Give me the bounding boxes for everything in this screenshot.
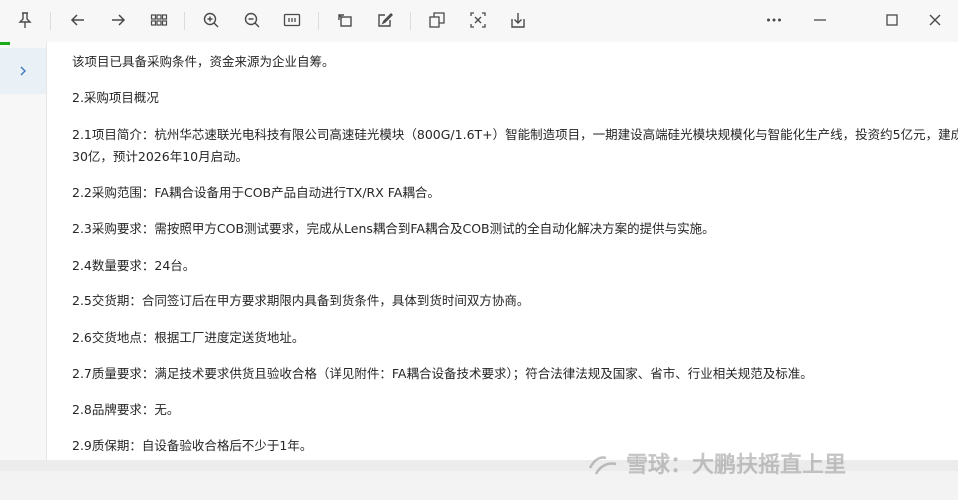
snowball-logo-icon — [588, 456, 617, 475]
doc-paragraph: 2.7质量要求：满足技术要求供货且验收合格（详见附件：FA耦合设备技术要求）；符… — [72, 366, 813, 381]
doc-paragraph: 30亿，预计2026年10月启动。 — [72, 149, 249, 164]
doc-paragraph: 2.3采购要求：需按照甲方COB测试要求，完成从Lens耦合到FA耦合及COB测… — [72, 221, 715, 236]
sidebar-accent — [0, 42, 10, 45]
document-page: 该项目已具备采购条件，资金来源为企业自筹。 2.采购项目概况 2.1项目简介：杭… — [47, 42, 958, 460]
forward-icon[interactable] — [105, 7, 131, 33]
doc-paragraph: 该项目已具备采购条件，资金来源为企业自筹。 — [72, 54, 335, 69]
doc-heading: 2.采购项目概况 — [72, 90, 159, 105]
edit-icon[interactable] — [372, 7, 398, 33]
toolbar-separator — [184, 12, 185, 30]
toolbar-separator — [410, 12, 411, 30]
doc-paragraph: 2.6交货地点：根据工厂进度定送货地址。 — [72, 330, 305, 345]
doc-paragraph: 2.2采购范围：FA耦合设备用于COB产品自动进行TX/RX FA耦合。 — [72, 185, 440, 200]
chevron-right-icon — [20, 66, 26, 76]
more-icon[interactable] — [761, 7, 787, 33]
maximize-icon[interactable] — [879, 7, 905, 33]
pin-icon[interactable] — [12, 7, 38, 33]
toolbar-separator — [318, 12, 319, 30]
watermark: 雪球：大鹏扶摇直上里 — [586, 447, 846, 479]
watermark-text: 雪球：大鹏扶摇直上里 — [626, 453, 847, 478]
download-icon[interactable] — [505, 7, 531, 33]
minimize-icon[interactable] — [807, 7, 833, 33]
extract-text-icon[interactable] — [465, 7, 491, 33]
doc-paragraph: 2.8品牌要求：无。 — [72, 402, 180, 417]
doc-paragraph: 2.9质保期：自设备验收合格后不少于1年。 — [72, 438, 313, 453]
copy-icon[interactable] — [424, 7, 450, 33]
back-icon[interactable] — [65, 7, 91, 33]
zoom-out-icon[interactable] — [239, 7, 265, 33]
grid-icon[interactable] — [146, 7, 172, 33]
sidebar-expand-button[interactable] — [0, 48, 46, 94]
doc-paragraph: 2.5交货期：合同签订后在甲方要求期限内具备到货条件，具体到货时间双方协商。 — [72, 293, 530, 308]
doc-paragraph: 2.1项目简介：杭州华芯速联光电科技有限公司高速硅光模块（800G/1.6T+）… — [72, 127, 958, 142]
rotate-icon[interactable] — [332, 7, 358, 33]
zoom-in-icon[interactable] — [198, 7, 224, 33]
toolbar — [0, 0, 958, 43]
close-icon[interactable] — [922, 7, 948, 33]
toolbar-separator — [50, 12, 51, 30]
doc-paragraph: 2.4数量要求：24台。 — [72, 258, 196, 273]
sidebar — [0, 42, 47, 460]
fit-icon[interactable] — [279, 7, 305, 33]
